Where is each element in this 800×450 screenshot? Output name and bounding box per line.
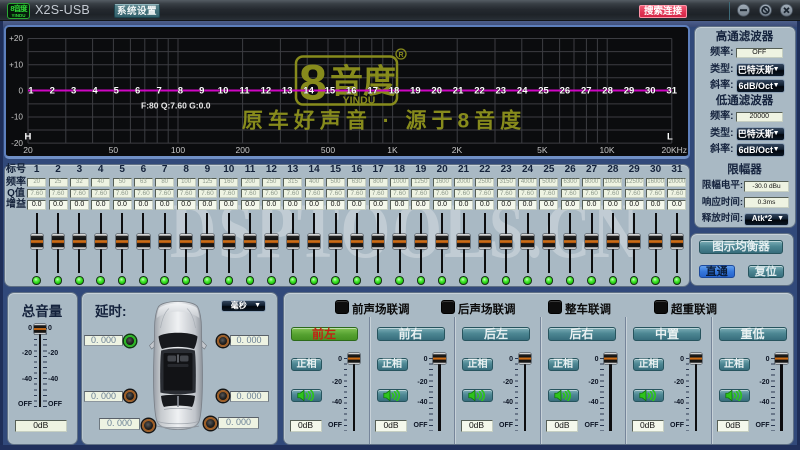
- svg-text:H: H: [25, 131, 32, 142]
- svg-text:2: 2: [50, 85, 55, 96]
- svg-text:1K: 1K: [387, 145, 398, 155]
- svg-text:8: 8: [178, 85, 183, 96]
- svg-text:20KHz: 20KHz: [661, 145, 687, 155]
- svg-text:26: 26: [560, 85, 571, 96]
- svg-text:-10: -10: [11, 112, 23, 121]
- svg-text:22: 22: [474, 85, 485, 96]
- svg-text:F:80 Q:7.60 G:0.0: F:80 Q:7.60 G:0.0: [141, 100, 211, 110]
- svg-text:5: 5: [114, 85, 120, 96]
- svg-text:12: 12: [261, 85, 272, 96]
- svg-text:31: 31: [666, 85, 677, 96]
- svg-text:10: 10: [218, 85, 229, 96]
- svg-text:500: 500: [321, 145, 335, 155]
- svg-text:5K: 5K: [537, 145, 548, 155]
- svg-text:2K: 2K: [452, 145, 463, 155]
- svg-text:21: 21: [453, 85, 464, 96]
- svg-text:1: 1: [28, 85, 34, 96]
- svg-text:+10: +10: [9, 60, 23, 69]
- svg-text:14: 14: [303, 85, 314, 96]
- svg-text:0: 0: [18, 86, 23, 95]
- svg-text:30: 30: [645, 85, 656, 96]
- svg-text:9: 9: [199, 85, 204, 96]
- svg-text:15: 15: [325, 85, 336, 96]
- svg-text:17: 17: [367, 85, 378, 96]
- svg-text:18: 18: [389, 85, 400, 96]
- svg-text:25: 25: [538, 85, 549, 96]
- svg-text:50: 50: [109, 145, 119, 155]
- svg-text:20: 20: [23, 145, 33, 155]
- svg-text:200: 200: [236, 145, 250, 155]
- svg-text:16: 16: [346, 85, 357, 96]
- svg-text:+20: +20: [9, 34, 23, 43]
- svg-text:100: 100: [171, 145, 185, 155]
- svg-text:28: 28: [602, 85, 613, 96]
- svg-text:29: 29: [624, 85, 635, 96]
- svg-text:13: 13: [282, 85, 293, 96]
- svg-text:L: L: [667, 131, 673, 142]
- svg-text:7: 7: [156, 85, 161, 96]
- svg-text:4: 4: [92, 85, 98, 96]
- svg-text:-20: -20: [11, 138, 23, 147]
- svg-text:8: 8: [299, 54, 327, 110]
- svg-text:24: 24: [517, 85, 528, 96]
- svg-text:19: 19: [410, 85, 421, 96]
- svg-text:11: 11: [239, 85, 250, 96]
- svg-text:3: 3: [71, 85, 76, 96]
- svg-text:27: 27: [581, 85, 592, 96]
- svg-text:R: R: [398, 52, 403, 59]
- svg-text:6: 6: [135, 85, 140, 96]
- svg-text:原车好声音 · 源于8音度: 原车好声音 · 源于8音度: [242, 108, 526, 132]
- svg-text:20: 20: [431, 85, 442, 96]
- svg-text:10K: 10K: [599, 145, 614, 155]
- svg-text:23: 23: [496, 85, 507, 96]
